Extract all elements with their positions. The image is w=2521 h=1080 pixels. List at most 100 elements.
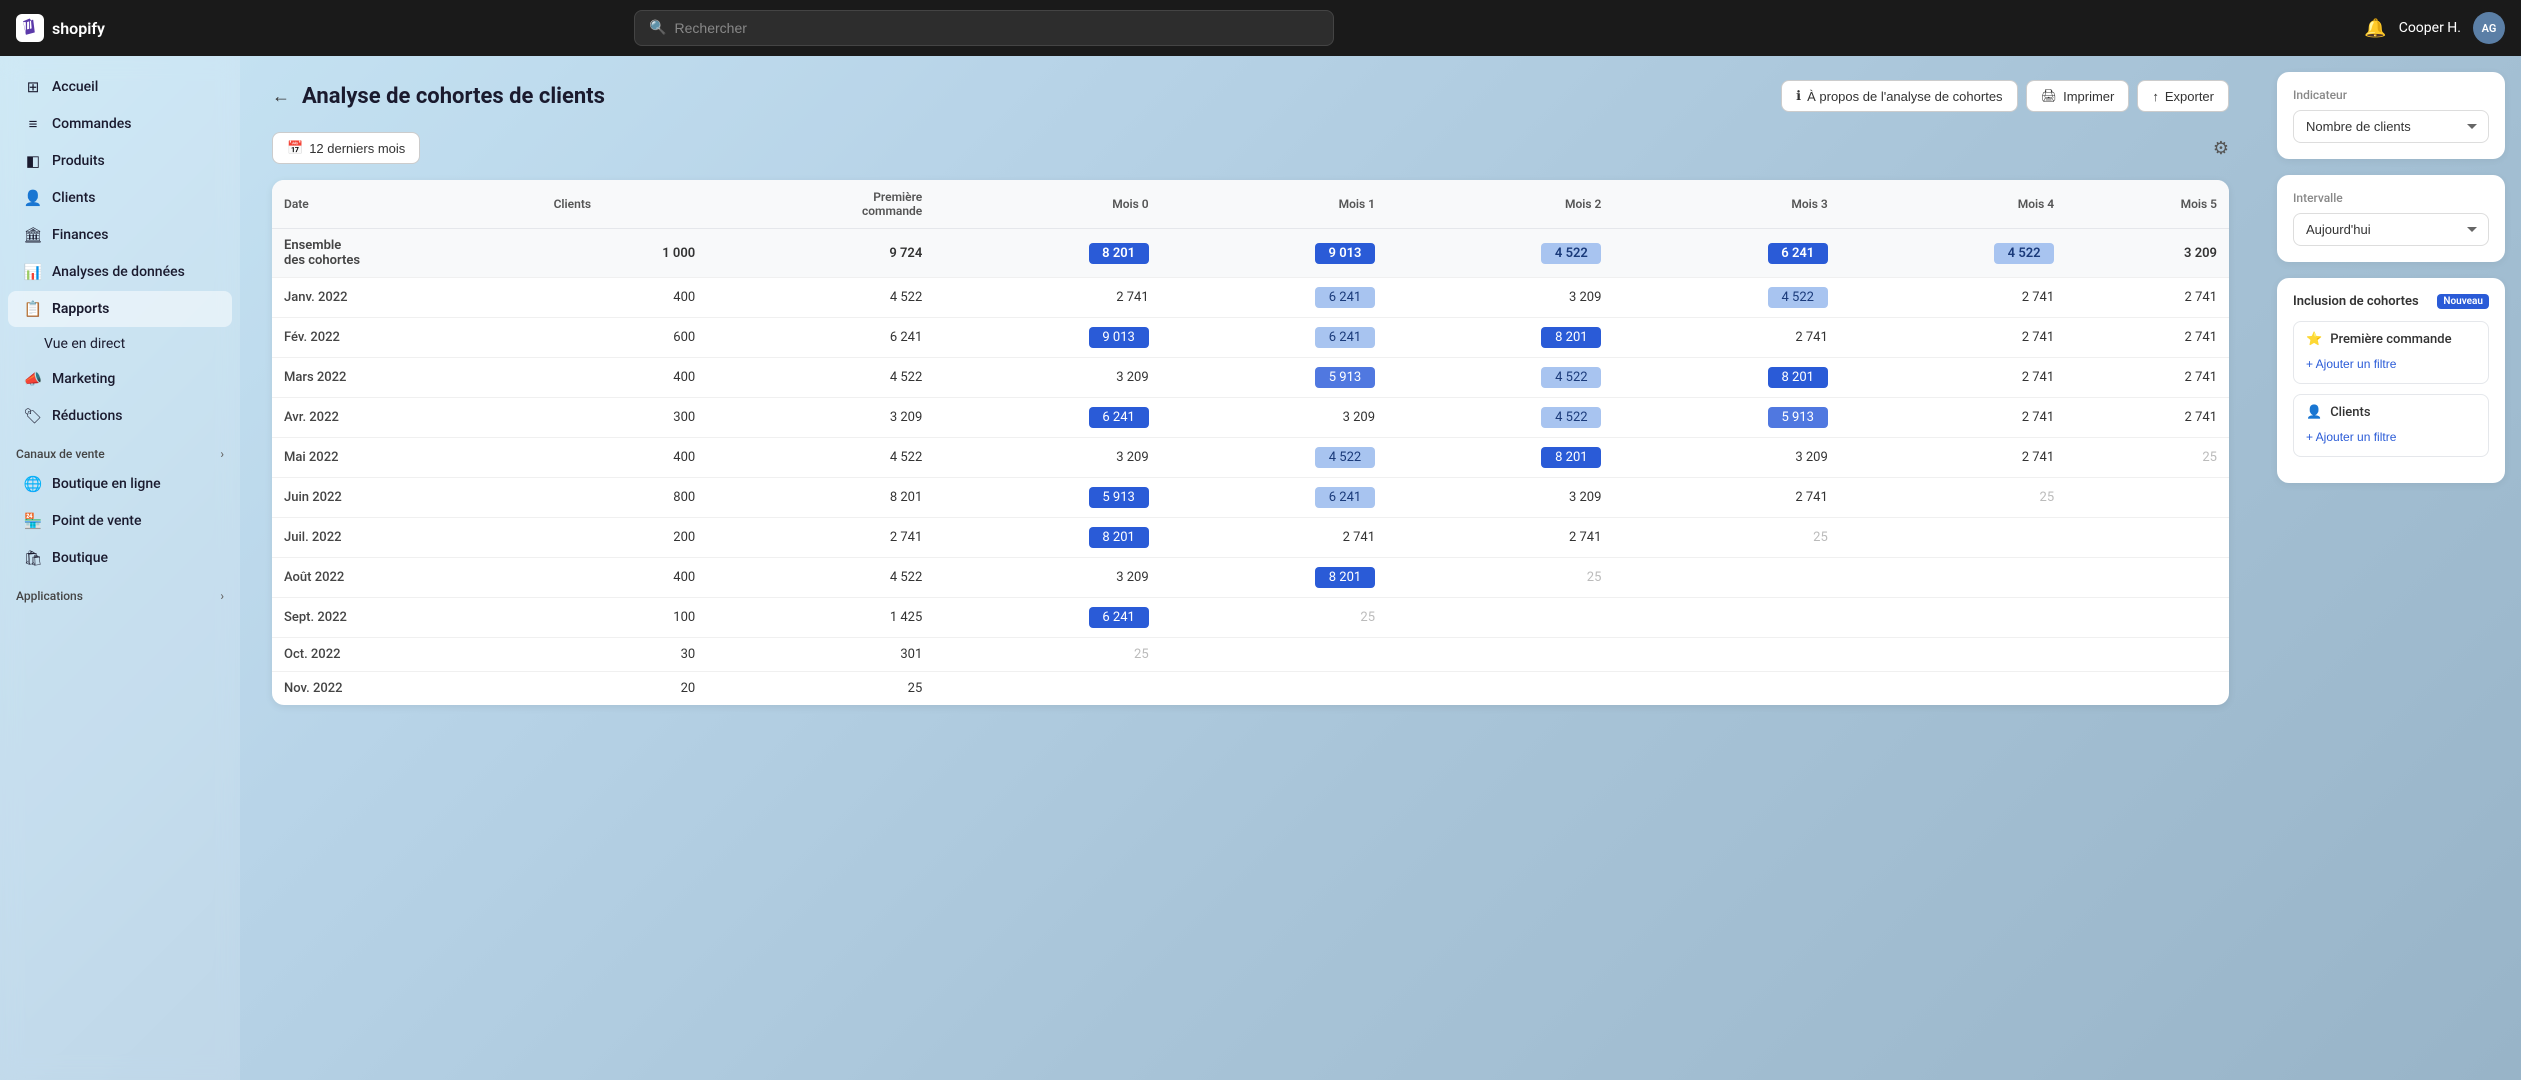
logo-icon — [16, 14, 44, 42]
notifications-button[interactable]: 🔔 — [2364, 18, 2386, 39]
sidebar-item-clients[interactable]: 👤 Clients — [8, 180, 232, 216]
cell-clients: 600 — [542, 318, 708, 358]
sidebar-item-produits[interactable]: ◧ Produits — [8, 143, 232, 179]
indicator-section: Indicateur Nombre de clients — [2277, 72, 2505, 159]
cell-mois-5 — [2066, 598, 2229, 638]
cell-mois-1: 3 209 — [1161, 398, 1387, 438]
app-layout: ⊞ Accueil ≡ Commandes ◧ Produits 👤 Clien… — [0, 56, 2521, 1080]
sidebar-item-label: Analyses de données — [52, 264, 185, 280]
filter-button[interactable]: ⚙ — [2213, 138, 2229, 159]
cell-clients: 400 — [542, 558, 708, 598]
info-button[interactable]: ℹ À propos de l'analyse de cohortes — [1781, 80, 2017, 112]
header-actions: ℹ À propos de l'analyse de cohortes 🖨 Im… — [1781, 80, 2229, 112]
cell-premiere: 2 741 — [707, 518, 934, 558]
sidebar-sub-item-vue-direct[interactable]: Vue en direct — [8, 328, 232, 360]
cell-mois-2: 4 522 — [1387, 358, 1613, 398]
cell-mois-4: 2 741 — [1840, 318, 2066, 358]
table-row: Mai 20224004 5223 2094 5228 2013 2092 74… — [272, 438, 2229, 478]
print-button[interactable]: 🖨 Imprimer — [2026, 80, 2130, 112]
cell-mois-5: 2 741 — [2066, 398, 2229, 438]
filter-group-clients-header: 👤 Clients — [2306, 405, 2476, 420]
date-picker-button[interactable]: 📅 12 derniers mois — [272, 132, 420, 164]
search-input[interactable] — [675, 20, 1320, 36]
cell-date: Juil. 2022 — [272, 518, 542, 558]
cell-mois-1: 6 241 — [1161, 478, 1387, 518]
cell-mois-4: 2 741 — [1840, 398, 2066, 438]
analytics-icon: 📊 — [24, 263, 42, 281]
logo[interactable]: shopify — [16, 14, 105, 42]
cell-mois-5: 2 741 — [2066, 318, 2229, 358]
search-box[interactable]: 🔍 — [634, 10, 1334, 46]
search-container: 🔍 — [634, 10, 1334, 46]
indicator-label: Indicateur — [2293, 88, 2489, 102]
sidebar-item-label: Commandes — [52, 116, 131, 132]
table-row: Juil. 20222002 7418 2012 7412 74125 — [272, 518, 2229, 558]
cell-mois-3: 4 522 — [1613, 278, 1839, 318]
sidebar-item-finances[interactable]: 🏛 Finances — [8, 217, 232, 253]
cell-mois-3: 8 201 — [1613, 358, 1839, 398]
sidebar-item-boutique-ligne[interactable]: 🌐 Boutique en ligne — [8, 466, 232, 502]
customers-icon: 👤 — [24, 189, 42, 207]
back-button[interactable]: ← — [272, 86, 290, 107]
cell-mois-4 — [1840, 558, 2066, 598]
col-mois5: Mois 5 — [2066, 180, 2229, 229]
cohort-table: Date Clients Premièrecommande Mois 0 Moi… — [272, 180, 2229, 705]
table-scroll-area[interactable]: Date Clients Premièrecommande Mois 0 Moi… — [272, 180, 2229, 705]
cell-mois-1 — [1161, 672, 1387, 706]
sidebar-item-reductions[interactable]: 🏷 Réductions — [8, 398, 232, 434]
cell-mois-3 — [1613, 672, 1839, 706]
interval-select[interactable]: Aujourd'hui — [2293, 213, 2489, 246]
cell-premiere: 4 522 — [707, 278, 934, 318]
home-icon: ⊞ — [24, 78, 42, 96]
cell-mois-3: 2 741 — [1613, 478, 1839, 518]
sidebar-item-analyses[interactable]: 📊 Analyses de données — [8, 254, 232, 290]
cell-mois-0: 6 241 — [934, 398, 1160, 438]
cell-mois-4: 4 522 — [1840, 229, 2066, 278]
cell-mois-3 — [1613, 558, 1839, 598]
add-filter-premiere-button[interactable]: + Ajouter un filtre — [2306, 355, 2396, 373]
discounts-icon: 🏷 — [24, 407, 42, 425]
cell-mois-4: 2 741 — [1840, 438, 2066, 478]
sidebar-item-marketing[interactable]: 📣 Marketing — [8, 361, 232, 397]
sidebar-item-accueil[interactable]: ⊞ Accueil — [8, 69, 232, 105]
top-nav-right: 🔔 Cooper H. AG — [2364, 12, 2505, 44]
cell-mois-2: 8 201 — [1387, 318, 1613, 358]
cell-premiere: 4 522 — [707, 438, 934, 478]
cell-mois-5: 2 741 — [2066, 278, 2229, 318]
cell-mois-0: 3 209 — [934, 438, 1160, 478]
calendar-icon: 📅 — [287, 140, 303, 156]
table-row: Juin 20228008 2015 9136 2413 2092 74125 — [272, 478, 2229, 518]
sidebar-item-point-vente[interactable]: 🏪 Point de vente — [8, 503, 232, 539]
table-row: Janv. 20224004 5222 7416 2413 2094 5222 … — [272, 278, 2229, 318]
sidebar-item-boutique[interactable]: 🛍 Boutique — [8, 540, 232, 576]
cell-premiere: 3 209 — [707, 398, 934, 438]
cell-mois-3: 5 913 — [1613, 398, 1839, 438]
sidebar-item-label: Accueil — [52, 79, 98, 95]
cell-date: Sept. 2022 — [272, 598, 542, 638]
cell-date: Oct. 2022 — [272, 638, 542, 672]
cell-mois-4: 2 741 — [1840, 278, 2066, 318]
table-row: Avr. 20223003 2096 2413 2094 5225 9132 7… — [272, 398, 2229, 438]
sidebar-item-rapports[interactable]: 📋 Rapports — [8, 291, 232, 327]
cell-date: Avr. 2022 — [272, 398, 542, 438]
sidebar-item-commandes[interactable]: ≡ Commandes — [8, 106, 232, 142]
cell-mois-0: 8 201 — [934, 229, 1160, 278]
sidebar-item-label: Boutique — [52, 550, 108, 566]
add-filter-clients-button[interactable]: + Ajouter un filtre — [2306, 428, 2396, 446]
cell-mois-0: 6 241 — [934, 598, 1160, 638]
cell-mois-1: 4 522 — [1161, 438, 1387, 478]
cell-mois-3: 2 741 — [1613, 318, 1839, 358]
cell-clients: 30 — [542, 638, 708, 672]
table-row: Août 20224004 5223 2098 20125 — [272, 558, 2229, 598]
avatar[interactable]: AG — [2473, 12, 2505, 44]
cell-mois-2: 2 741 — [1387, 518, 1613, 558]
cell-premiere: 1 425 — [707, 598, 934, 638]
cell-mois-0: 8 201 — [934, 518, 1160, 558]
cell-mois-2 — [1387, 672, 1613, 706]
cell-mois-0: 3 209 — [934, 558, 1160, 598]
filter-group-clients: 👤 Clients + Ajouter un filtre — [2293, 394, 2489, 457]
export-button[interactable]: ↑ Exporter — [2137, 80, 2229, 112]
applications-section: Applications › — [0, 577, 240, 607]
sidebar-item-label: Rapports — [52, 301, 109, 317]
indicator-select[interactable]: Nombre de clients — [2293, 110, 2489, 143]
